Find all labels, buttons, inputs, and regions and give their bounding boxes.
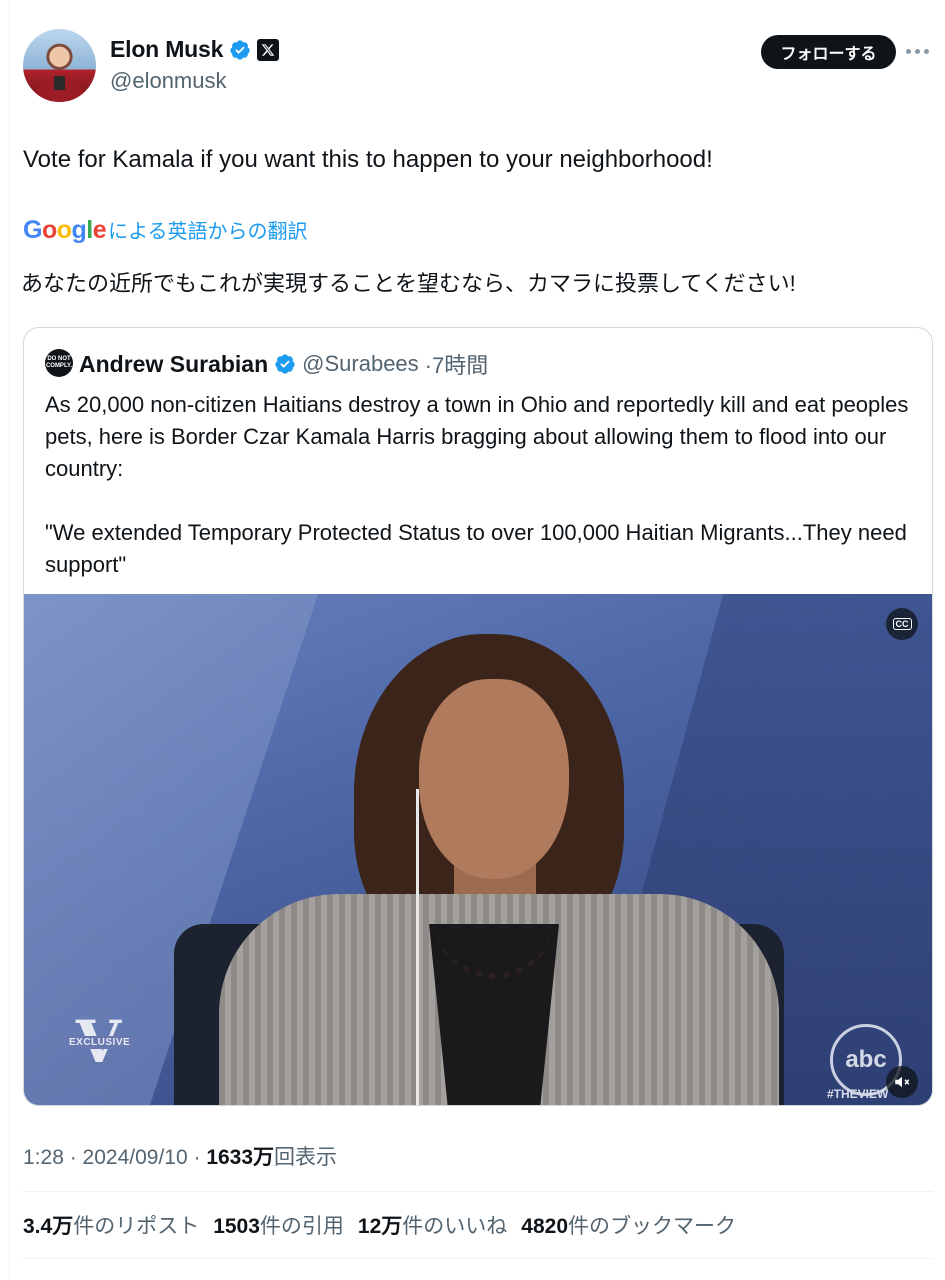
tweet-date[interactable]: 2024/09/10 <box>83 1146 188 1169</box>
quoted-author-name[interactable]: Andrew Surabian <box>79 351 268 378</box>
captions-icon: CC <box>892 618 912 630</box>
divider <box>23 1191 933 1192</box>
quoted-verified-badge-icon <box>275 354 295 374</box>
author-name[interactable]: Elon Musk <box>110 36 223 63</box>
reposts-stat[interactable]: 3.4万件のリポスト <box>23 1210 199 1240</box>
meta-separator: · <box>193 1146 207 1169</box>
the-view-watermark: V EXCLUSIVE <box>66 1008 136 1076</box>
likes-count: 12万 <box>357 1215 403 1238</box>
author-avatar[interactable] <box>23 29 96 102</box>
video-subject-face <box>419 679 569 879</box>
divider <box>23 1258 933 1259</box>
quoted-paragraph-2: "We extended Temporary Protected Status … <box>45 520 907 577</box>
mute-toggle-button[interactable] <box>886 1066 918 1098</box>
video-player[interactable]: CC V EXCLUSIVE abc #THEVIEW <box>24 594 932 1105</box>
view-count: 1633万 <box>206 1146 275 1169</box>
network-hashtag: #THEVIEW <box>827 1087 889 1101</box>
x-affiliate-icon <box>257 38 280 61</box>
video-earpiece-wire <box>416 789 419 1105</box>
timeline-border <box>9 0 10 1280</box>
bookmarks-count: 4820 <box>521 1215 568 1238</box>
tweet-meta: 1:28 · 2024/09/10 · 1633万回表示 <box>23 1141 337 1171</box>
translation-attribution[interactable]: Google による英語からの翻訳 <box>23 215 308 245</box>
captions-toggle-button[interactable]: CC <box>886 608 918 640</box>
watermark-tag: EXCLUSIVE <box>66 1036 134 1049</box>
translation-label[interactable]: による英語からの翻訳 <box>108 215 307 244</box>
bookmarks-stat[interactable]: 4820件のブックマーク <box>521 1210 736 1240</box>
quotes-stat[interactable]: 1503件の引用 <box>213 1210 344 1240</box>
quoted-author-row: Andrew Surabian @Surabees ·7時間 <box>79 348 488 380</box>
reposts-label: 件のリポスト <box>73 1215 200 1238</box>
meta-separator: · <box>69 1146 83 1169</box>
quoted-author-handle[interactable]: @Surabees <box>302 351 419 377</box>
likes-stat[interactable]: 12万件のいいね <box>358 1210 507 1240</box>
tweet-time[interactable]: 1:28 <box>23 1146 64 1169</box>
quoted-timestamp[interactable]: ·7時間 <box>425 348 489 380</box>
verified-badge-icon <box>230 39 250 60</box>
quotes-label: 件の引用 <box>259 1215 344 1238</box>
tweet-text: Vote for Kamala if you want this to happ… <box>23 146 713 173</box>
more-options-icon[interactable] <box>906 43 932 59</box>
view-count-label: 回表示 <box>274 1146 338 1169</box>
likes-label: 件のいいね <box>402 1215 508 1238</box>
reposts-count: 3.4万 <box>23 1215 74 1238</box>
bookmarks-label: 件のブックマーク <box>568 1215 736 1238</box>
quoted-paragraph-1: As 20,000 non-citizen Haitians destroy a… <box>45 392 909 481</box>
author-handle[interactable]: @elonmusk <box>110 68 227 94</box>
quoted-author-avatar[interactable]: DO NOT COMPLY. <box>45 349 73 377</box>
follow-button[interactable]: フォローする <box>761 35 896 69</box>
google-logo-icon: Google <box>23 216 107 244</box>
quoted-tweet-card[interactable]: DO NOT COMPLY. Andrew Surabian @Surabees… <box>23 327 933 1106</box>
engagement-stats: 3.4万件のリポスト 1503件の引用 12万件のいいね 4820件のブックマー… <box>23 1210 736 1240</box>
quoted-tweet-text: As 20,000 non-citizen Haitians destroy a… <box>45 389 917 581</box>
speaker-muted-icon <box>895 1076 910 1088</box>
translated-text: あなたの近所でもこれが実現することを望むなら、カマラに投票してください! <box>21 271 796 296</box>
author-name-row: Elon Musk <box>110 36 280 63</box>
quotes-count: 1503 <box>213 1215 260 1238</box>
avatar-collar <box>54 76 65 90</box>
